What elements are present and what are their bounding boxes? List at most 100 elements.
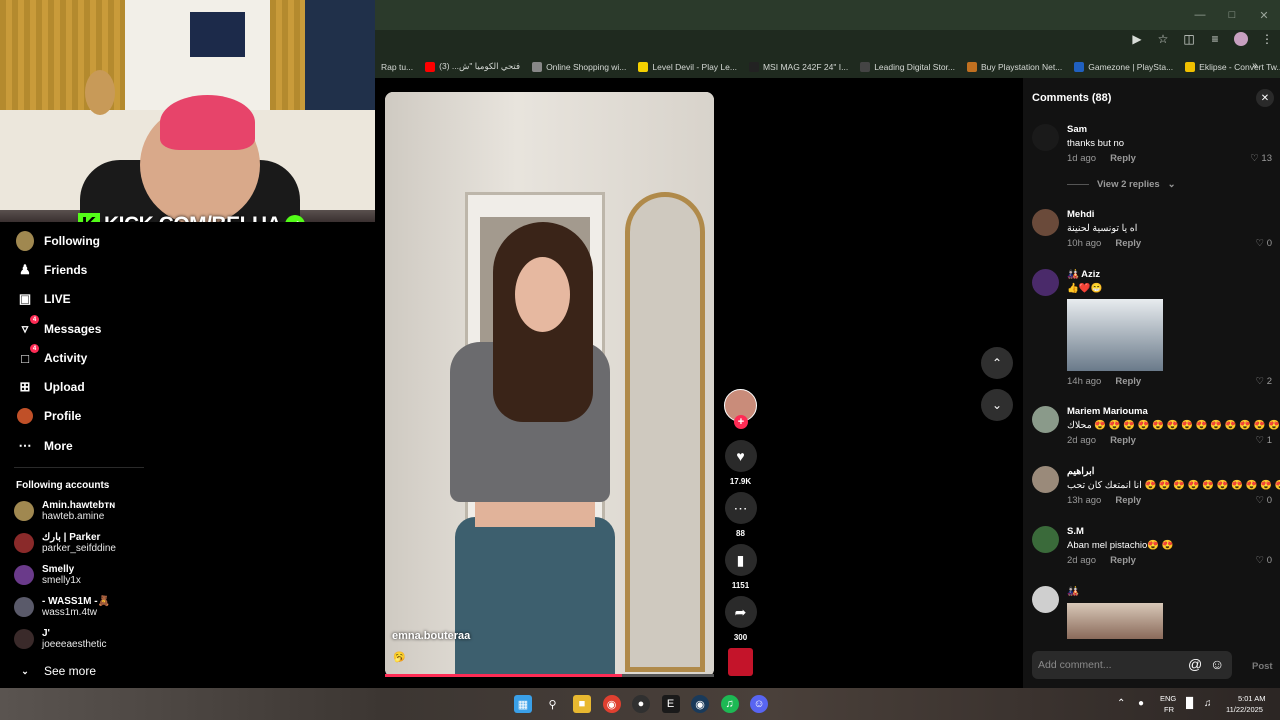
reply-button[interactable]: Reply — [1115, 495, 1141, 506]
following-account[interactable]: Smelly smelly1x — [14, 564, 81, 586]
avatar[interactable] — [1032, 269, 1059, 296]
following-account[interactable]: بارك | Parker parker_seifddine — [14, 532, 116, 554]
comment-image[interactable] — [1067, 603, 1163, 639]
bookmark-item[interactable]: Eklipse - Convert Tw... — [1179, 61, 1280, 72]
spotify-icon[interactable]: ♫ — [720, 695, 739, 713]
windows-start-icon[interactable]: ▦ — [514, 695, 532, 713]
epic-games-icon[interactable]: E — [661, 695, 680, 713]
reply-button[interactable]: Reply — [1110, 153, 1136, 164]
comment-image[interactable] — [1067, 299, 1163, 371]
following-account[interactable]: J' joeeeaesthetic — [14, 628, 107, 650]
previous-video-button[interactable]: ⌃ — [981, 347, 1013, 379]
comment-username[interactable]: Mariem Mariouma — [1067, 406, 1148, 417]
chrome-icon[interactable]: ◉ — [602, 695, 621, 713]
bookmark-item[interactable]: Online Shopping wi... — [526, 61, 632, 72]
sidebar-item-upload[interactable]: ⊞ Upload — [16, 378, 85, 396]
video-face — [515, 257, 570, 332]
comment-username[interactable]: S.M — [1067, 526, 1084, 537]
reply-button[interactable]: Reply — [1110, 555, 1136, 566]
bookmark-item[interactable]: Level Devil - Play Le... — [632, 61, 743, 72]
reply-button[interactable]: Reply — [1110, 435, 1136, 446]
obs-icon[interactable]: ● — [632, 695, 650, 713]
microphone-icon[interactable]: ● — [1138, 698, 1144, 709]
sidebar-item-friends[interactable]: ♟ Friends — [16, 261, 87, 279]
minimize-icon[interactable]: — — [1184, 0, 1216, 30]
see-more-button[interactable]: ⌄ See more — [16, 662, 96, 680]
close-window-icon[interactable]: ✕ — [1248, 0, 1280, 30]
reply-button[interactable]: Reply — [1115, 376, 1141, 387]
comment-username[interactable]: 🎎 Aziz — [1067, 269, 1100, 280]
like-action[interactable]: ♥ 17.9K — [724, 440, 757, 486]
comment-like-button[interactable]: ♡ 0 — [1256, 555, 1272, 566]
search-icon[interactable]: ⚲ — [544, 695, 562, 713]
language-indicator[interactable]: ENG — [1160, 694, 1176, 703]
next-video-button[interactable]: ⌄ — [981, 389, 1013, 421]
star-icon[interactable]: ☆ — [1156, 32, 1170, 46]
music-disc-icon[interactable] — [728, 648, 753, 676]
maximize-icon[interactable]: □ — [1216, 0, 1248, 30]
heart-icon[interactable]: ♥ — [724, 440, 757, 472]
bookmark-item[interactable]: Rap tu... — [375, 62, 419, 72]
sidebar-item-profile[interactable]: Profile — [16, 407, 81, 425]
avatar[interactable] — [1032, 526, 1059, 553]
comment-like-button[interactable]: ♡ 0 — [1256, 238, 1272, 249]
avatar[interactable] — [1032, 209, 1059, 236]
comment-like-button[interactable]: ♡ 13 — [1250, 153, 1272, 164]
bookmark-icon[interactable]: ▮ — [724, 544, 757, 576]
comment-like-button[interactable]: ♡ 2 — [1256, 376, 1272, 387]
menu-icon[interactable]: ⋮ — [1260, 32, 1274, 46]
network-icon[interactable]: █ — [1186, 698, 1193, 709]
clock-date[interactable]: 11/22/2025 — [1226, 705, 1263, 714]
post-button[interactable]: Post — [1252, 661, 1273, 672]
volume-icon[interactable]: ♫ — [1204, 698, 1212, 709]
view-replies-button[interactable]: View 2 replies ⌄ — [1067, 179, 1176, 190]
sidebar-item-following[interactable]: Following — [16, 231, 100, 251]
sidebar-item-messages[interactable]: ▿ 4 Messages — [16, 315, 101, 338]
file-explorer-icon[interactable]: ■ — [573, 695, 591, 713]
comment-like-button[interactable]: ♡ 1 — [1256, 435, 1272, 446]
avatar[interactable] — [1032, 466, 1059, 493]
comment-username[interactable]: 🎎 — [1067, 586, 1079, 597]
steam-icon[interactable]: ◉ — [691, 695, 709, 713]
comment-username[interactable]: Sam — [1067, 124, 1087, 135]
mention-icon[interactable]: @ — [1188, 656, 1202, 672]
profile-icon[interactable] — [1234, 32, 1248, 46]
discord-icon[interactable]: ☺ — [750, 695, 768, 713]
following-account[interactable]: - WASS1M -🧸 wass1m.4tw — [14, 596, 110, 618]
keyboard-layout[interactable]: FR — [1164, 705, 1174, 714]
guitar — [85, 70, 115, 115]
media-icon[interactable]: ≡ — [1208, 32, 1222, 46]
follow-plus-icon[interactable]: + — [734, 415, 748, 429]
bookmark-item[interactable]: Buy Playstation Net... — [961, 61, 1068, 72]
video-player[interactable] — [385, 92, 714, 677]
tray-overflow-icon[interactable]: ⌃ — [1117, 698, 1125, 709]
sidebar-item-more[interactable]: ⋯ More — [16, 437, 73, 455]
close-icon[interactable]: ✕ — [1256, 89, 1274, 107]
bookmark-item[interactable]: MSI MAG 242F 24" I... — [743, 61, 854, 72]
sidebar-item-live[interactable]: ▣ LIVE — [16, 290, 71, 308]
share-icon[interactable]: ➦ — [724, 596, 757, 628]
share-action[interactable]: ➦ 300 — [724, 596, 757, 642]
avatar[interactable] — [1032, 124, 1059, 151]
bookmark-item[interactable]: Leading Digital Stor... — [854, 61, 961, 72]
emoji-icon[interactable]: ☺ — [1210, 656, 1224, 672]
comment-like-button[interactable]: ♡ 0 — [1256, 495, 1272, 506]
following-account[interactable]: Amin.hawtebᴛɴ hawteb.amine — [14, 500, 115, 522]
reply-button[interactable]: Reply — [1115, 238, 1141, 249]
bookmark-item[interactable]: Gamezone | PlaySta... — [1068, 61, 1179, 72]
clock-time[interactable]: 5:01 AM — [1238, 694, 1266, 703]
video-username[interactable]: emna.bouteraa — [392, 630, 470, 642]
avatar[interactable] — [1032, 586, 1059, 613]
comment-action[interactable]: ⋯ 88 — [724, 492, 757, 538]
cast-icon[interactable]: ▶ — [1130, 32, 1144, 46]
save-action[interactable]: ▮ 1151 — [724, 544, 757, 590]
bookmark-item[interactable]: فتحي الكوميا "ش... (3) — [419, 61, 526, 72]
comment-username[interactable]: ابراهيم — [1067, 466, 1094, 477]
extensions-icon[interactable]: ◫ — [1182, 32, 1196, 46]
sidebar-item-activity[interactable]: □ 4 Activity — [16, 344, 87, 367]
comment-username[interactable]: Mehdi — [1067, 209, 1094, 220]
bookmarks-overflow-icon[interactable]: » — [1252, 60, 1258, 71]
comment-input[interactable]: Add comment... — [1038, 659, 1112, 671]
comment-icon[interactable]: ⋯ — [724, 492, 757, 524]
avatar[interactable] — [1032, 406, 1059, 433]
